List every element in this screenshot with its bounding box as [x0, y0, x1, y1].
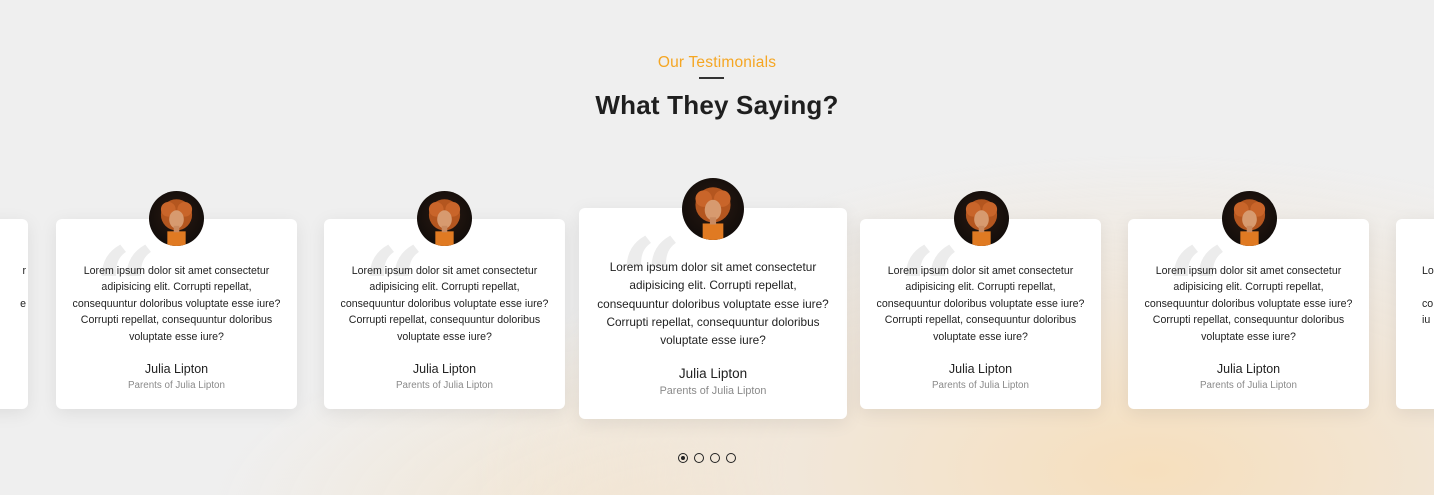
testimonial-role: Parents of Julia Lipton [932, 380, 1029, 392]
testimonial-text: Lorem ipsum dolor sit amet consectetur a… [1144, 265, 1353, 343]
pagination-dot-4[interactable] [726, 453, 736, 463]
testimonial-name: Julia Lipton [948, 362, 1013, 377]
testimonial-role: Parents of Julia Lipton [1200, 380, 1297, 392]
partial-card-text: Lo co iu [1422, 265, 1434, 327]
section-title: What They Saying? [595, 90, 839, 120]
testimonial-role: Parents of Julia Lipton [659, 385, 767, 398]
testimonial-card[interactable]: “ Lorem ipsum dolor sit amet consectetur… [860, 219, 1101, 409]
testimonial-card-partial-left[interactable]: r e [0, 219, 28, 409]
pagination-dot-1[interactable] [678, 453, 688, 463]
testimonial-card-partial-right[interactable]: Lo co iu [1396, 219, 1434, 409]
avatar [417, 191, 472, 246]
pagination-dot-2[interactable] [694, 453, 704, 463]
testimonial-text: Lorem ipsum dolor sit amet consectetur a… [597, 260, 829, 348]
avatar [682, 178, 744, 240]
testimonial-role: Parents of Julia Lipton [396, 380, 493, 392]
section-eyebrow: Our Testimonials [657, 54, 777, 71]
avatar [149, 191, 204, 246]
testimonial-role: Parents of Julia Lipton [128, 380, 225, 392]
testimonial-text: Lorem ipsum dolor sit amet consectetur a… [876, 265, 1085, 343]
testimonial-text: Lorem ipsum dolor sit amet consectetur a… [72, 265, 281, 343]
testimonial-card[interactable]: “ Lorem ipsum dolor sit amet consectetur… [324, 219, 565, 409]
testimonial-name: Julia Lipton [412, 362, 477, 377]
testimonial-text: Lorem ipsum dolor sit amet consectetur a… [340, 265, 549, 343]
testimonial-card[interactable]: “ Lorem ipsum dolor sit amet consectetur… [1128, 219, 1369, 409]
avatar [954, 191, 1009, 246]
testimonial-card[interactable]: “ Lorem ipsum dolor sit amet consectetur… [56, 219, 297, 409]
testimonial-name: Julia Lipton [678, 366, 748, 382]
carousel-pagination [678, 453, 736, 463]
title-divider [699, 77, 724, 79]
pagination-dot-3[interactable] [710, 453, 720, 463]
avatar [1222, 191, 1277, 246]
testimonial-name: Julia Lipton [144, 362, 209, 377]
testimonial-name: Julia Lipton [1216, 362, 1281, 377]
partial-card-text: r e [20, 265, 26, 310]
